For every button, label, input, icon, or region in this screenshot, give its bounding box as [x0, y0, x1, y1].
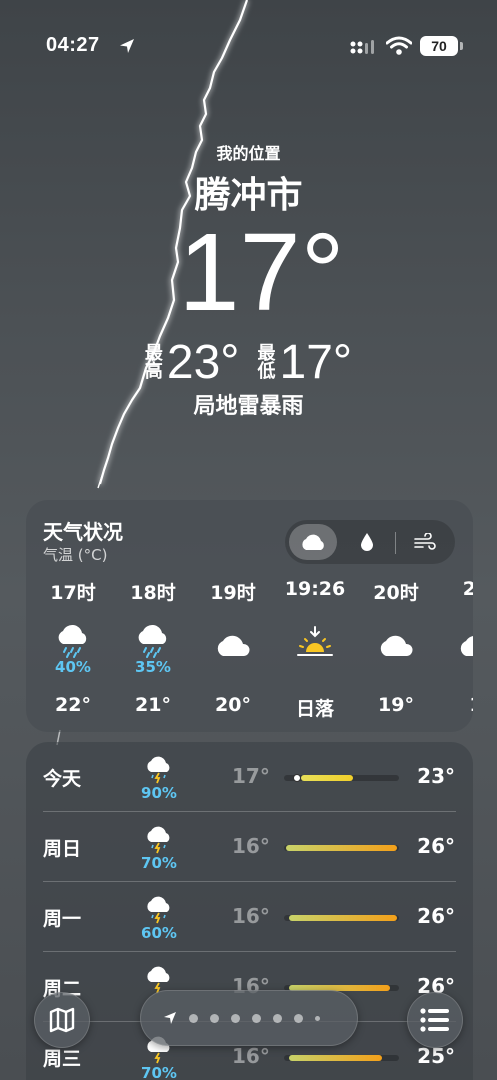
page-dot[interactable]	[189, 1013, 198, 1023]
page-dot[interactable]	[252, 1013, 261, 1023]
high-temp-group: 最 高 23°	[145, 335, 240, 390]
low-temp-group: 最 低 17°	[258, 335, 353, 390]
hour-item: 18时 35% 21°	[113, 578, 193, 716]
status-bar: 04:27 70	[0, 0, 497, 90]
segment-wind[interactable]	[401, 524, 449, 560]
page-dot[interactable]	[273, 1013, 282, 1023]
temperature-range-fill	[286, 845, 397, 851]
low-label: 最 低	[257, 342, 276, 382]
location-header: 我的位置 腾冲市 17°	[0, 140, 497, 328]
high-low-row: 最 高 23° 最 低 17°	[0, 335, 497, 390]
thunderstorm-icon	[147, 896, 170, 924]
cloud-icon	[356, 618, 436, 658]
current-temp-marker	[293, 774, 302, 782]
segment-divider	[395, 532, 396, 554]
card-title: 天气状况	[43, 520, 123, 544]
page-indicator[interactable]	[140, 990, 358, 1046]
sunset-icon	[275, 618, 355, 658]
location-list-button[interactable]	[407, 992, 463, 1048]
low-temperature: 17°	[279, 336, 353, 389]
wind-icon	[414, 533, 436, 550]
temperature-range-bar	[284, 915, 399, 921]
hour-item: 20时 19°	[356, 578, 436, 716]
hour-item: 21 1	[436, 578, 473, 716]
drop-icon	[361, 533, 373, 551]
cloud-icon	[193, 618, 273, 658]
page-dot[interactable]	[231, 1013, 240, 1023]
hourly-forecast-card[interactable]: 天气状况 气温 (°C) 17时 40% 22° 18时 35% 21° 19时…	[26, 500, 473, 732]
weather-condition: 局地雷暴雨	[193, 394, 304, 419]
temperature-range-bar	[284, 1055, 399, 1061]
thunderstorm-icon	[147, 756, 170, 784]
location-arrow-icon	[164, 1012, 176, 1024]
hour-item: 17时 40% 22°	[33, 578, 113, 716]
map-button[interactable]	[34, 992, 90, 1048]
page-dot[interactable]	[210, 1013, 219, 1023]
list-icon	[420, 1008, 449, 1032]
battery-indicator: 70	[420, 36, 463, 56]
temperature-range-fill	[301, 775, 353, 781]
hourly-scroll[interactable]: 17时 40% 22° 18时 35% 21° 19时 20° 19:26 日落…	[26, 578, 473, 728]
high-temperature: 23°	[166, 336, 240, 389]
high-label: 最 高	[144, 342, 163, 382]
location-label: 我的位置	[216, 144, 281, 163]
segment-precipitation[interactable]	[345, 524, 389, 560]
map-icon	[49, 1007, 75, 1033]
temperature-range-fill	[288, 915, 397, 921]
metric-segmented-control[interactable]	[285, 520, 455, 564]
temperature-range-bar	[284, 845, 399, 851]
thunderstorm-icon	[147, 826, 170, 854]
temperature-range-fill	[288, 1055, 382, 1061]
page-dot[interactable]	[294, 1013, 303, 1023]
page-dot[interactable]	[315, 1015, 320, 1021]
cloud-icon	[302, 534, 324, 550]
wifi-icon	[386, 36, 412, 55]
day-row[interactable]: 今天 90% 17° 23°	[26, 742, 473, 812]
segment-conditions[interactable]	[289, 524, 337, 560]
location-arrow-icon	[120, 39, 134, 53]
hour-item: 19时 20°	[193, 578, 273, 716]
rain-cloud-icon	[33, 618, 113, 658]
rain-cloud-icon	[113, 618, 193, 658]
cellular-signal-icon	[350, 40, 374, 54]
temperature-range-bar	[284, 774, 399, 782]
status-time: 04:27	[46, 34, 100, 56]
card-subtitle: 气温 (°C)	[43, 546, 108, 564]
current-temperature: 17°	[178, 211, 345, 334]
day-row[interactable]: 周一 60% 16° 26°	[26, 882, 473, 952]
day-row[interactable]: 周日 70% 16° 26°	[26, 812, 473, 882]
hour-item: 19:26 日落	[275, 578, 355, 721]
cloud-icon	[436, 618, 473, 658]
